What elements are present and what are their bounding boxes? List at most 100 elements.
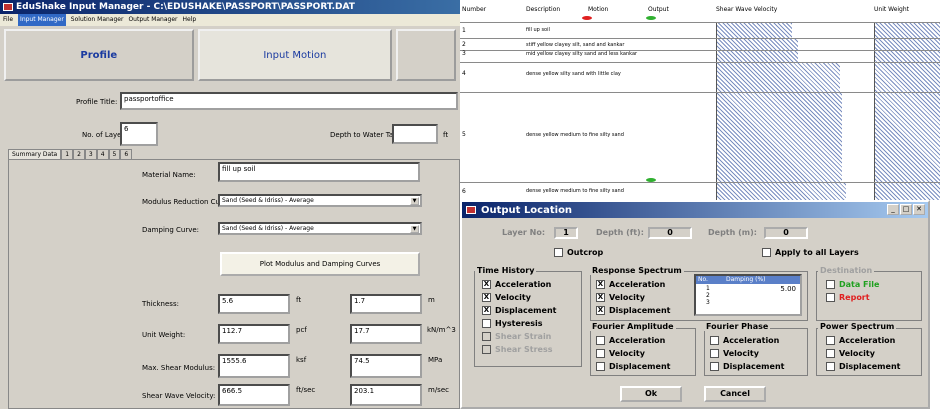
checkbox-box[interactable] xyxy=(826,293,835,302)
ok-button[interactable]: Ok xyxy=(620,386,682,402)
checkbox-box[interactable] xyxy=(762,248,771,257)
chevron-down-icon[interactable]: ▼ xyxy=(410,197,419,205)
tab-layer-4[interactable]: 4 xyxy=(96,149,109,159)
chevron-down-icon[interactable]: ▼ xyxy=(410,225,419,233)
ps-velocity-checkbox[interactable]: Velocity xyxy=(826,349,875,358)
rs-acceleration-checkbox[interactable]: X Acceleration xyxy=(596,280,665,289)
minimize-icon[interactable]: _ xyxy=(887,204,899,215)
row-divider xyxy=(460,62,940,63)
checkbox-box[interactable]: X xyxy=(482,306,491,315)
th-shear-stress-checkbox[interactable]: Shear Stress xyxy=(482,345,553,354)
fp-velocity-label: Velocity xyxy=(723,349,759,358)
ps-displacement-checkbox[interactable]: Displacement xyxy=(826,362,900,371)
apply-all-checkbox[interactable]: Apply to all Layers xyxy=(762,248,859,257)
fp-velocity-checkbox[interactable]: Velocity xyxy=(710,349,759,358)
tab-summary-data[interactable]: Summary Data xyxy=(8,149,62,159)
rs-velocity-checkbox[interactable]: X Velocity xyxy=(596,293,645,302)
data-file-checkbox[interactable]: Data File xyxy=(826,280,879,289)
fourier-phase-title: Fourier Phase xyxy=(704,322,771,331)
water-table-input[interactable] xyxy=(392,124,438,144)
checkbox-box[interactable] xyxy=(826,362,835,371)
damping-list-nums: 1 2 3 xyxy=(706,285,710,306)
fp-acceleration-checkbox[interactable]: Acceleration xyxy=(710,336,779,345)
layer-no-input[interactable]: 1 xyxy=(554,227,578,239)
checkbox-box[interactable] xyxy=(482,332,491,341)
unit-weight-pcf-input[interactable]: 112.7 xyxy=(218,324,290,344)
checkbox-box[interactable]: X xyxy=(482,280,491,289)
output-location-dialog: Output Location _ □ ✕ Layer No: 1 Depth … xyxy=(460,200,930,409)
depth-ft-input[interactable]: 0 xyxy=(648,227,692,239)
checkbox-box[interactable] xyxy=(710,362,719,371)
thickness-m-input[interactable]: 1.7 xyxy=(350,294,422,314)
shear-modulus-mpa-input[interactable]: 74.5 xyxy=(350,354,422,378)
damping-curve-select[interactable]: Sand (Seed & Idriss) - Average ▼ xyxy=(218,222,422,235)
checkbox-box[interactable] xyxy=(554,248,563,257)
th-shear-strain-checkbox[interactable]: Shear Strain xyxy=(482,332,551,341)
menu-help[interactable]: Help xyxy=(183,14,197,26)
checkbox-box[interactable] xyxy=(596,336,605,345)
shear-velocity-fts-input[interactable]: 666.5 xyxy=(218,384,290,406)
header-motion: Motion xyxy=(588,6,609,13)
profile-title-input[interactable]: passportoffice xyxy=(120,92,458,110)
tab-layer-5[interactable]: 5 xyxy=(108,149,121,159)
th-velocity-checkbox[interactable]: X Velocity xyxy=(482,293,531,302)
motion-marker[interactable] xyxy=(582,16,592,20)
checkbox-box[interactable] xyxy=(826,336,835,345)
thickness-ft-input[interactable]: 5.6 xyxy=(218,294,290,314)
unit-weight-kn-input[interactable]: 17.7 xyxy=(350,324,422,344)
checkbox-box[interactable] xyxy=(482,319,491,328)
menu-solution-manager[interactable]: Solution Manager xyxy=(71,14,124,26)
maximize-icon[interactable]: □ xyxy=(900,204,912,215)
menu-output-manager[interactable]: Output Manager xyxy=(128,14,177,26)
rs-displacement-checkbox[interactable]: X Displacement xyxy=(596,306,670,315)
th-displacement-checkbox[interactable]: X Displacement xyxy=(482,306,556,315)
checkbox-box[interactable] xyxy=(482,345,491,354)
fa-acceleration-checkbox[interactable]: Acceleration xyxy=(596,336,665,345)
outcrop-checkbox[interactable]: Outcrop xyxy=(554,248,603,257)
shear-velocity-ms-input[interactable]: 203.1 xyxy=(350,384,422,406)
ps-acceleration-label: Acceleration xyxy=(839,336,896,345)
tab-profile[interactable]: Profile xyxy=(4,29,194,81)
output-marker[interactable] xyxy=(646,16,656,20)
layers-input[interactable]: 6 xyxy=(120,122,158,146)
tab-layer-3[interactable]: 3 xyxy=(84,149,97,159)
modulus-curve-select[interactable]: Sand (Seed & Idriss) - Average ▼ xyxy=(218,194,422,207)
checkbox-box[interactable]: X xyxy=(596,280,605,289)
tab-layer-1[interactable]: 1 xyxy=(61,149,74,159)
checkbox-box[interactable] xyxy=(710,349,719,358)
tab-layer-6[interactable]: 6 xyxy=(120,149,133,159)
checkbox-box[interactable] xyxy=(596,349,605,358)
depth-m-label: Depth (m): xyxy=(708,228,757,237)
row-number: 1 xyxy=(462,27,466,34)
shear-modulus-ksf-input[interactable]: 1555.6 xyxy=(218,354,290,378)
menu-file[interactable]: File xyxy=(3,14,13,26)
checkbox-box[interactable] xyxy=(826,349,835,358)
checkbox-box[interactable] xyxy=(710,336,719,345)
checkbox-box[interactable]: X xyxy=(482,293,491,302)
menu-input-manager[interactable]: Input Manager xyxy=(18,14,66,26)
material-input[interactable]: fill up soil xyxy=(218,162,420,182)
ps-acceleration-checkbox[interactable]: Acceleration xyxy=(826,336,895,345)
output-marker[interactable] xyxy=(646,178,656,182)
report-checkbox[interactable]: Report xyxy=(826,293,870,302)
checkbox-box[interactable] xyxy=(826,280,835,289)
damping-value[interactable]: 5.00 xyxy=(780,285,796,293)
checkbox-box[interactable] xyxy=(596,362,605,371)
depth-m-input[interactable]: 0 xyxy=(764,227,808,239)
th-acceleration-checkbox[interactable]: X Acceleration xyxy=(482,280,551,289)
fa-displacement-checkbox[interactable]: Displacement xyxy=(596,362,670,371)
velocity-bar xyxy=(716,62,840,92)
fp-displacement-checkbox[interactable]: Displacement xyxy=(710,362,784,371)
checkbox-box[interactable]: X xyxy=(596,293,605,302)
plot-curves-button[interactable]: Plot Modulus and Damping Curves xyxy=(220,252,420,276)
damping-list[interactable]: No. Damping (%) 1 2 3 5.00 xyxy=(694,274,802,316)
cancel-button[interactable]: Cancel xyxy=(704,386,766,402)
checkbox-box[interactable]: X xyxy=(596,306,605,315)
close-icon[interactable]: ✕ xyxy=(913,204,925,215)
tab-next[interactable] xyxy=(396,29,457,81)
tab-layer-2[interactable]: 2 xyxy=(73,149,85,159)
row-divider xyxy=(460,38,940,39)
tab-input-motion[interactable]: Input Motion xyxy=(197,29,393,81)
th-hysteresis-checkbox[interactable]: Hysteresis xyxy=(482,319,543,328)
fa-velocity-checkbox[interactable]: Velocity xyxy=(596,349,645,358)
